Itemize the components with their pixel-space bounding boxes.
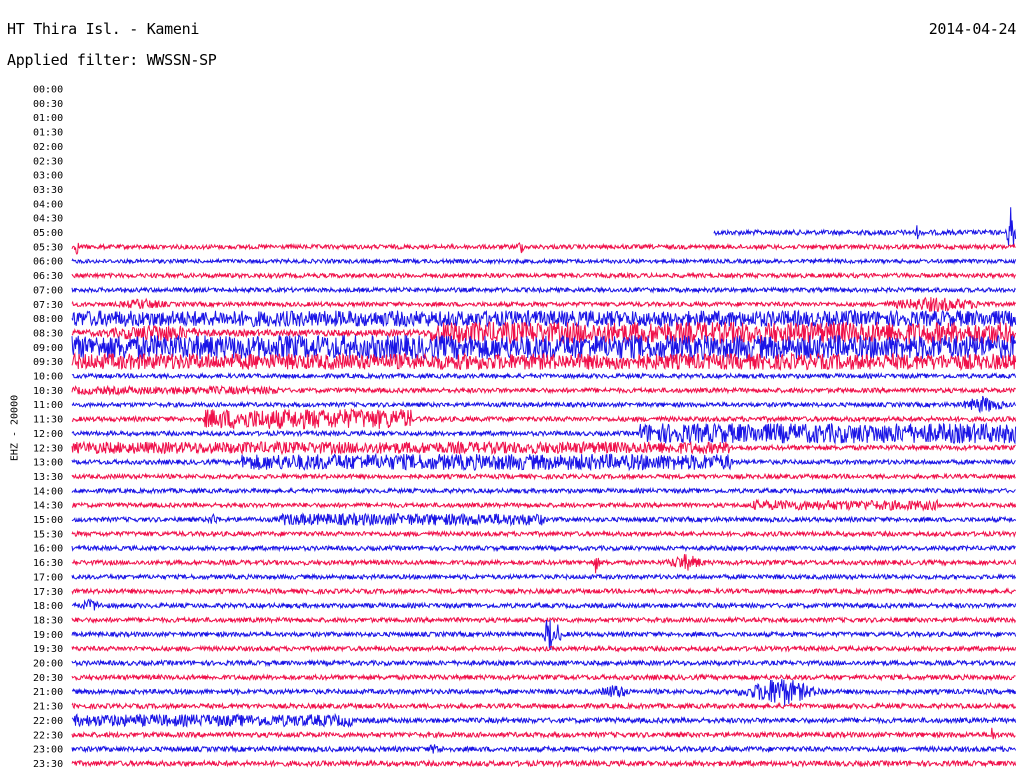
row-tick-label: 14:00 — [33, 486, 63, 497]
trace-row — [71, 673, 1016, 682]
trace-row — [71, 296, 1017, 313]
trace-row — [71, 472, 1016, 481]
trace-row — [71, 572, 1017, 581]
row-tick-label: 20:00 — [33, 659, 63, 670]
row-tick-label: 21:30 — [33, 702, 63, 713]
row-tick-label: 13:00 — [33, 458, 63, 469]
row-tick-label: 02:00 — [33, 142, 63, 153]
trace-row — [71, 384, 1016, 397]
row-tick-label: 07:00 — [33, 285, 63, 296]
trace-row — [71, 271, 1017, 280]
trace-row — [71, 242, 1016, 255]
row-tick-label: 16:30 — [33, 558, 63, 569]
row-tick-label: 15:30 — [33, 529, 63, 540]
row-tick-label: 12:30 — [33, 443, 63, 454]
row-tick-label: 14:30 — [33, 501, 63, 512]
row-tick-label: 08:00 — [33, 314, 63, 325]
row-tick-label: 10:30 — [33, 386, 63, 397]
row-tick-label: 23:00 — [33, 745, 63, 756]
trace-row — [71, 598, 1017, 611]
row-tick-label: 05:30 — [33, 242, 63, 253]
trace-row — [71, 422, 1017, 445]
trace-row — [71, 701, 1017, 711]
row-tick-label: 08:30 — [33, 328, 63, 339]
trace-row — [71, 727, 1016, 740]
trace-row — [71, 619, 1017, 651]
row-tick-label: 22:00 — [33, 716, 63, 727]
row-tick-label: 05:00 — [33, 228, 63, 239]
row-tick-label: 06:30 — [33, 271, 63, 282]
row-tick-label: 09:00 — [33, 343, 63, 354]
row-tick-label: 06:00 — [33, 257, 63, 268]
row-tick-label: 17:30 — [33, 587, 63, 598]
row-tick-label: 07:30 — [33, 300, 63, 311]
trace-row — [71, 285, 1016, 295]
trace-row — [71, 257, 1017, 266]
trace-row — [71, 440, 1016, 456]
trace-row — [713, 207, 1017, 246]
trace-row — [71, 498, 1017, 512]
trace-row — [71, 544, 1016, 553]
trace-row — [71, 372, 1017, 381]
trace-row — [72, 678, 1017, 706]
row-tick-label: 22:30 — [33, 730, 63, 741]
trace-row — [71, 486, 1016, 495]
trace-row — [71, 308, 1017, 329]
row-tick-label: 18:00 — [33, 601, 63, 612]
helicorder-plot: 00:00 00:30 01:00 01:30 02:00 02:30 03:00 03:30… — [33, 85, 1017, 770]
trace-row — [71, 758, 1017, 768]
row-tick-label: 17:00 — [33, 572, 63, 583]
row-tick-label: 00:00 — [33, 85, 63, 96]
row-tick-label: 19:30 — [33, 644, 63, 655]
trace-row — [71, 529, 1017, 538]
row-tick-label: 02:30 — [33, 156, 63, 167]
trace-row — [71, 644, 1017, 653]
row-tick-label: 20:30 — [33, 673, 63, 684]
row-tick-label: 11:30 — [33, 415, 63, 426]
row-tick-label: 01:00 — [33, 113, 63, 124]
trace-row — [71, 744, 1017, 754]
trace-rows — [71, 207, 1017, 768]
row-tick-label: 04:30 — [33, 214, 63, 225]
trace-row — [71, 615, 1017, 625]
row-labels: 00:00 00:30 01:00 01:30 02:00 02:30 03:00 03:30… — [33, 85, 63, 770]
row-tick-label: 10:00 — [33, 372, 63, 383]
row-tick-label: 03:00 — [33, 171, 63, 182]
trace-row — [71, 587, 1016, 596]
trace-row — [71, 554, 1017, 574]
row-tick-label: 12:00 — [33, 429, 63, 440]
row-tick-label: 04:00 — [33, 199, 63, 210]
trace-row — [71, 658, 1016, 668]
trace-row — [71, 395, 1017, 414]
row-tick-label: 11:00 — [33, 400, 63, 411]
trace-row — [71, 512, 1017, 527]
row-tick-label: 01:30 — [33, 128, 63, 139]
trace-row — [71, 712, 1017, 729]
row-tick-label: 15:00 — [33, 515, 63, 526]
row-tick-label: 13:30 — [33, 472, 63, 483]
row-tick-label: 03:30 — [33, 185, 63, 196]
trace-row — [71, 407, 1017, 430]
row-tick-label: 21:00 — [33, 687, 63, 698]
row-tick-label: 18:30 — [33, 615, 63, 626]
row-tick-label: 16:00 — [33, 544, 63, 555]
row-tick-label: 09:30 — [33, 357, 63, 368]
row-tick-label: 23:30 — [33, 759, 63, 770]
row-tick-label: 00:30 — [33, 99, 63, 110]
trace-row — [71, 452, 1016, 472]
row-tick-label: 19:00 — [33, 630, 63, 641]
